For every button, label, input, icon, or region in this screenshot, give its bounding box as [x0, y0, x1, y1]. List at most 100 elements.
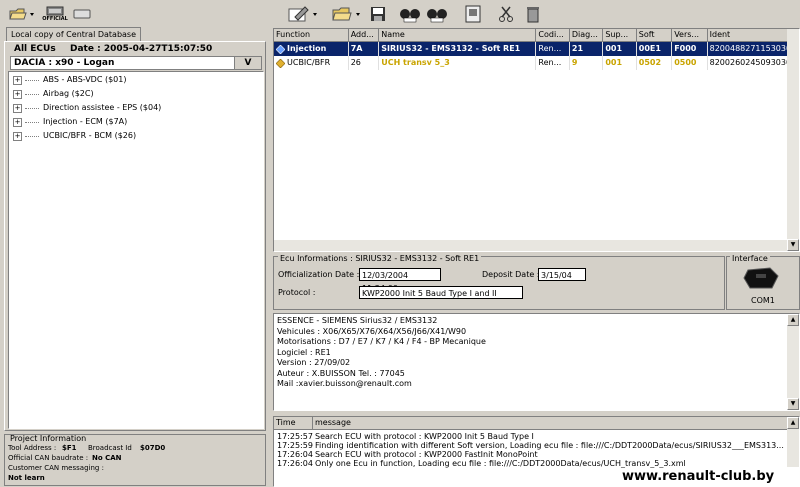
interface-device-icon — [743, 267, 779, 289]
tree-item-label: Airbag ($2C) — [43, 89, 94, 98]
expand-icon[interactable]: + — [13, 117, 22, 127]
vehicle-select[interactable]: DACIA : x90 - Logan V — [10, 56, 262, 70]
grid-horizontal-scrollbar[interactable] — [274, 240, 787, 251]
official-date-label: Officialization Date : — [278, 270, 360, 279]
column-header[interactable]: Name — [379, 29, 537, 41]
device-icon — [73, 9, 91, 19]
cell-soft: 0502 — [637, 56, 673, 70]
column-header[interactable]: Codi... — [536, 29, 570, 41]
note-line: Mail :xavier.buisson@renault.com — [277, 379, 412, 388]
log-row[interactable]: 17:25:59 Finding identification with diff… — [274, 441, 799, 450]
folder-open-icon — [9, 8, 34, 20]
watermark: www.renault-club.by — [622, 469, 775, 484]
grid-header: Function Add... Name Codi... Diag... Sup… — [274, 29, 799, 42]
tree-item[interactable]: + Airbag ($2C) — [13, 88, 94, 100]
log-scrollbar[interactable]: ▲ — [787, 417, 799, 467]
log-time: 17:26:04 — [277, 450, 313, 459]
column-header[interactable]: Function — [274, 29, 349, 41]
expand-icon[interactable]: + — [13, 103, 22, 113]
open-folder-button[interactable] — [6, 4, 38, 24]
tree-item-label: Direction assistee - EPS ($04) — [43, 103, 162, 112]
log-header: Time message — [274, 417, 799, 430]
ecu-diamond-icon — [276, 58, 285, 68]
ecu-grid: Function Add... Name Codi... Diag... Sup… — [273, 28, 800, 252]
cell-ident: 8200260245093030 — [708, 56, 799, 70]
scissors-icon — [499, 6, 513, 22]
tree-item[interactable]: + Direction assistee - EPS ($04) — [13, 102, 161, 114]
official-date-field[interactable]: 12/03/2004 11:24:00 — [359, 268, 441, 293]
vehicle-dropdown-button[interactable]: V — [234, 57, 261, 69]
cell-vers: F000 — [672, 42, 708, 56]
open-project-button[interactable] — [330, 4, 364, 24]
project-info-title: Project Information — [10, 434, 87, 443]
log-row[interactable]: 17:25:57 Search ECU with protocol : KWP20… — [274, 432, 799, 441]
tree-item[interactable]: + UCBIC/BFR - BCM ($26) — [13, 130, 136, 142]
column-header[interactable]: message — [313, 417, 799, 429]
log-message: Only one Ecu in function, Loading ecu fi… — [315, 459, 686, 468]
cell-name: SIRIUS32 - EMS3132 - Soft RE1 — [379, 42, 537, 56]
cell-diag: 21 — [569, 42, 604, 56]
column-header[interactable]: Diag... — [570, 29, 604, 41]
ecu-notes[interactable]: ESSENCE - SIEMENS Sirius32 / EMS3132 Veh… — [273, 313, 800, 411]
note-line: Auteur : X.BUISSON Tel. : 77045 — [277, 368, 405, 378]
tree-item-label: UCBIC/BFR - BCM ($26) — [43, 131, 137, 140]
ecu-info-box — [273, 256, 725, 310]
delete-button[interactable] — [523, 4, 543, 24]
cell-soft: 00E1 — [636, 42, 673, 56]
scroll-up-icon[interactable]: ▲ — [787, 417, 799, 429]
cell-ident: 8200488271153030 — [707, 42, 799, 56]
cell-sup: 001 — [603, 56, 637, 70]
expand-icon[interactable]: + — [13, 131, 22, 141]
deposit-date-field[interactable]: 3/15/04 — [538, 268, 586, 281]
cell-sup: 001 — [603, 42, 637, 56]
scroll-down-icon[interactable]: ▼ — [787, 398, 799, 410]
customer-can-value: Not learn — [8, 474, 45, 482]
log-time: 17:25:57 — [277, 432, 313, 441]
device-button[interactable] — [72, 4, 92, 24]
database-icon — [46, 6, 64, 16]
expand-icon[interactable]: + — [13, 89, 22, 99]
binoculars-all-icon — [400, 9, 420, 23]
tree-item-label: Injection - ECM ($7A) — [43, 117, 128, 126]
tab-local-database[interactable]: Local copy of Central Database — [6, 27, 142, 42]
tool-address-value: $F1 — [62, 444, 77, 452]
save-icon — [371, 7, 385, 21]
cell-vers: 0500 — [672, 56, 708, 70]
scroll-down-icon[interactable]: ▼ — [787, 239, 799, 251]
column-header[interactable]: Soft — [637, 29, 673, 41]
official-can-label: Official CAN baudrate : — [8, 454, 89, 462]
log-row[interactable]: 17:26:04 Only one Ecu in function, Loadin… — [274, 459, 799, 468]
column-header[interactable]: Time — [274, 417, 313, 429]
note-line: Motorisations : D7 / E7 / K7 / K4 / F4 -… — [277, 337, 486, 346]
tree-item[interactable]: + ABS - ABS-VDC ($01) — [13, 74, 126, 86]
scroll-up-icon[interactable]: ▲ — [787, 314, 799, 326]
tree-item[interactable]: + Injection - ECM ($7A) — [13, 116, 127, 128]
interface-title: Interface — [730, 254, 770, 263]
ecu-info-title: Ecu Informations : SIRIUS32 - EMS3132 - … — [278, 254, 482, 263]
notes-scrollbar[interactable]: ▲ ▼ — [787, 314, 799, 410]
log-time: 17:25:59 — [277, 441, 313, 450]
log-row[interactable]: 17:26:04 Search ECU with protocol : KWP20… — [274, 450, 799, 459]
cell-function: Injection — [287, 44, 327, 53]
column-header[interactable]: Ident — [708, 29, 799, 41]
column-header[interactable]: Vers... — [672, 29, 708, 41]
search-selection-button[interactable] — [425, 4, 449, 24]
cut-button[interactable] — [495, 4, 517, 24]
customer-can-label: Customer CAN messaging : — [8, 464, 104, 472]
grid-vertical-scrollbar[interactable]: ▼ — [787, 29, 799, 251]
column-header[interactable]: Sup... — [603, 29, 637, 41]
binoculars-select-icon — [427, 9, 447, 23]
protocol-field[interactable]: KWP2000 Init 5 Baud Type I and II — [359, 286, 523, 299]
column-header[interactable]: Add... — [349, 29, 380, 41]
log-message: Search ECU with protocol : KWP2000 Init … — [315, 432, 534, 441]
table-row[interactable]: UCBIC/BFR 26 UCH transv 5_3 Ren... 9 001… — [274, 56, 799, 70]
table-row[interactable]: Injection 7A SIRIUS32 - EMS3132 - Soft R… — [274, 42, 799, 56]
search-all-button[interactable] — [398, 4, 422, 24]
log-message: Finding identification with different So… — [315, 441, 784, 450]
official-button[interactable]: OFFICIAL — [42, 4, 68, 24]
expand-icon[interactable]: + — [13, 75, 22, 85]
edit-button[interactable] — [284, 4, 320, 24]
broadcast-label: Broadcast Id — [88, 444, 132, 452]
save-button[interactable] — [367, 4, 389, 24]
document-button[interactable] — [462, 4, 484, 24]
